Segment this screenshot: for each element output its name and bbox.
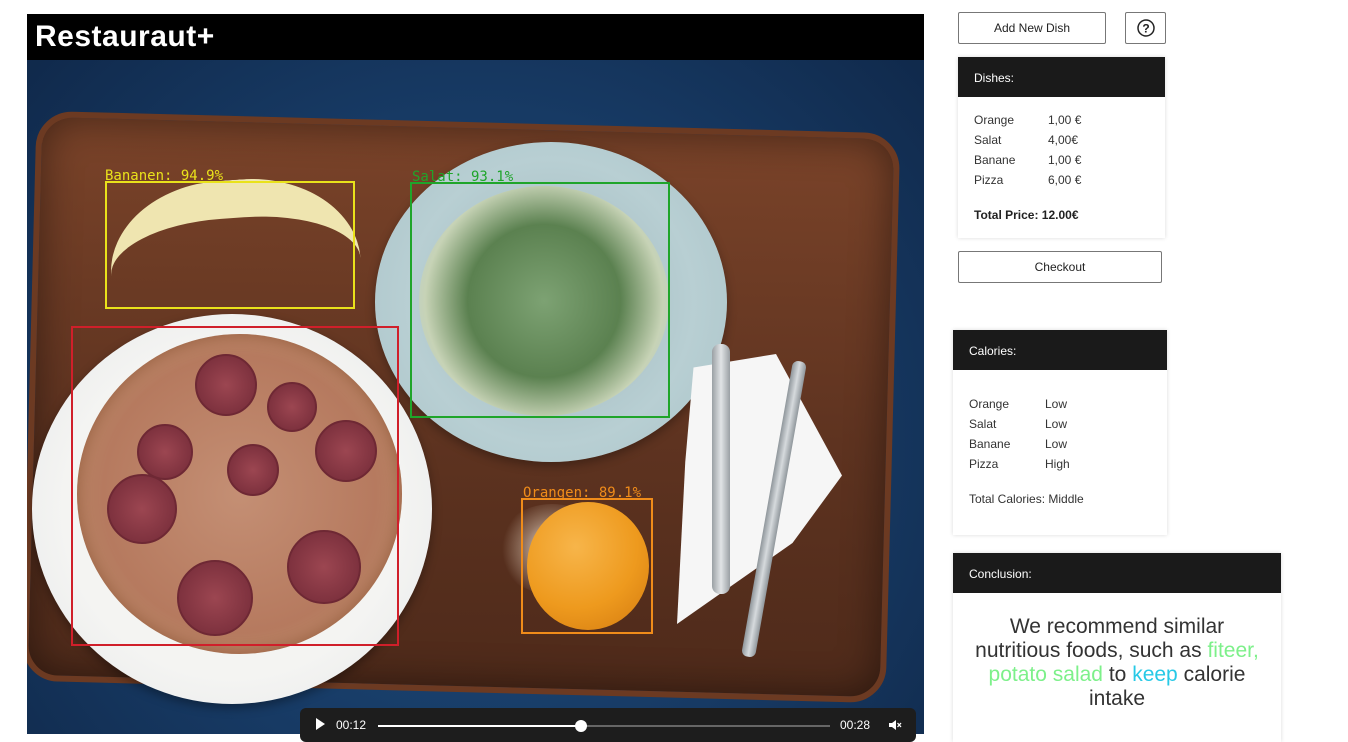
- dish-price: 6,00 €: [1048, 173, 1082, 187]
- app-header: Restauraut+: [27, 14, 924, 60]
- conclusion-text: We recommend similar nutritious foods, s…: [953, 593, 1281, 711]
- calorie-name: Banane: [969, 437, 1011, 451]
- calorie-name: Orange: [969, 397, 1010, 411]
- conclusion-title: Conclusion:: [953, 553, 1281, 593]
- conclusion-highlight-keep: keep: [1132, 663, 1178, 686]
- conclusion-card: Conclusion: We recommend similar nutriti…: [953, 553, 1281, 742]
- progress-slider[interactable]: [378, 720, 830, 732]
- dish-price: 1,00 €: [1048, 113, 1082, 127]
- dish-name: Banane: [974, 153, 1016, 167]
- dish-row: Banane 1,00 €: [974, 150, 1149, 170]
- camera-video[interactable]: Restauraut+ Bananen: 94.9% Salat: 93.1%: [27, 14, 924, 734]
- dish-row: Pizza 6,00 €: [974, 170, 1149, 190]
- svg-text:?: ?: [1142, 22, 1149, 36]
- calorie-row: Pizza High: [969, 454, 1151, 474]
- dish-name: Salat: [974, 133, 1002, 147]
- app-window: Restauraut+ Bananen: 94.9% Salat: 93.1%: [0, 0, 1348, 742]
- calorie-row: Banane Low: [969, 434, 1151, 454]
- calorie-row: Orange Low: [969, 394, 1151, 414]
- duration-time: 00:28: [840, 718, 871, 732]
- current-time: 00:12: [336, 718, 367, 732]
- app-title: Restauraut+: [35, 20, 215, 53]
- calorie-name: Pizza: [969, 457, 999, 471]
- detection-label-banana: Bananen: 94.9%: [105, 168, 224, 184]
- dish-row: Salat 4,00€: [974, 130, 1149, 150]
- detection-box-pizza: [71, 326, 399, 646]
- total-calories: Total Calories: Middle: [969, 492, 1084, 506]
- total-price: Total Price: 12.00€: [974, 208, 1079, 222]
- detection-box-orange: [521, 498, 653, 634]
- calorie-level: Low: [1045, 437, 1068, 451]
- dish-row: Orange 1,00 €: [974, 110, 1149, 130]
- play-icon[interactable]: [316, 718, 325, 730]
- conclusion-part1: We recommend similar nutritious foods, s…: [975, 615, 1225, 662]
- calorie-row: Salat Low: [969, 414, 1151, 434]
- dishes-title: Dishes:: [958, 57, 1165, 97]
- question-circle-icon: ?: [1136, 19, 1155, 37]
- detection-box-banana: [105, 181, 355, 309]
- calories-title: Calories:: [953, 330, 1167, 370]
- conclusion-part2: to: [1108, 663, 1127, 686]
- fork: [712, 344, 730, 594]
- dishes-card: Dishes: Orange 1,00 € Salat 4,00€ Banane 1,…: [958, 57, 1165, 238]
- calorie-level: Low: [1045, 397, 1068, 411]
- dish-name: Pizza: [974, 173, 1004, 187]
- checkout-button[interactable]: Checkout: [958, 251, 1162, 283]
- detection-label-orange: Orangen: 89.1%: [523, 485, 642, 501]
- dish-price: 4,00€: [1048, 133, 1079, 147]
- help-button[interactable]: ?: [1125, 12, 1166, 44]
- detection-box-salad: [410, 182, 670, 418]
- calories-card: Calories: Orange Low Salat Low Banane Low P…: [953, 330, 1167, 535]
- calorie-name: Salat: [969, 417, 997, 431]
- calorie-level: High: [1045, 457, 1070, 471]
- calorie-level: Low: [1045, 417, 1068, 431]
- video-controls: 00:12 00:28: [300, 708, 916, 742]
- mute-icon[interactable]: [888, 718, 902, 732]
- dish-name: Orange: [974, 113, 1015, 127]
- progress-fill: [378, 725, 582, 727]
- progress-knob[interactable]: [575, 720, 588, 732]
- detection-label-salad: Salat: 93.1%: [412, 169, 514, 185]
- dish-price: 1,00 €: [1048, 153, 1082, 167]
- add-new-dish-button[interactable]: Add New Dish: [958, 12, 1106, 44]
